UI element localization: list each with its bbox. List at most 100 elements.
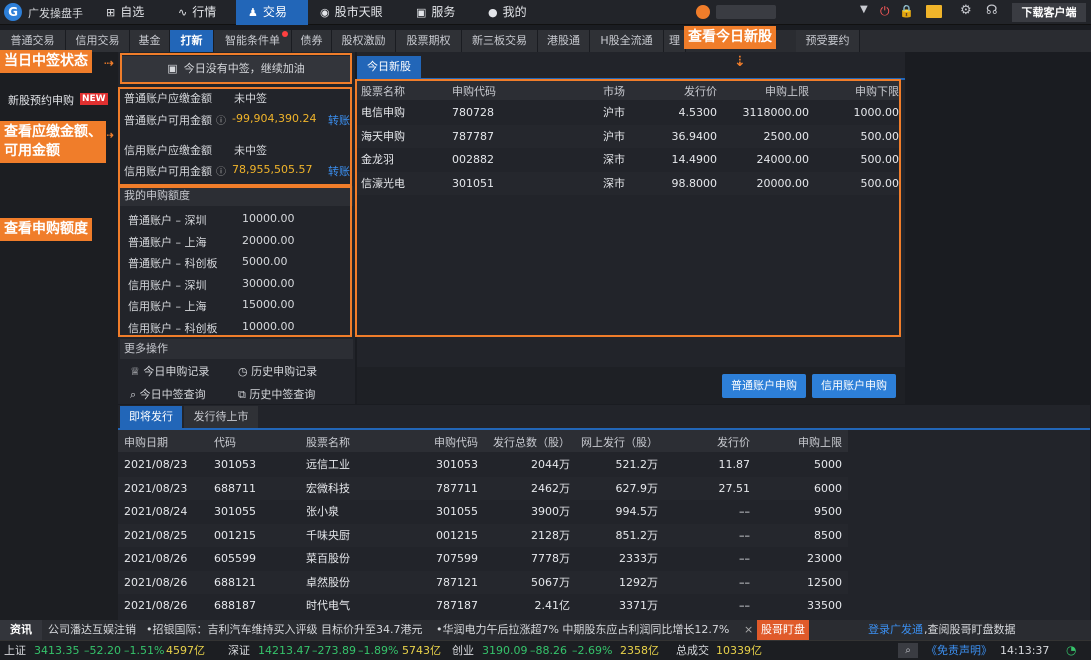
- tab-normal-trade[interactable]: 普通交易: [0, 30, 66, 52]
- quota-value: 10000.00: [242, 319, 295, 333]
- tab-upcoming[interactable]: 即将发行: [120, 406, 182, 428]
- callout-amount: 查看应缴金额、 可用金额: [0, 121, 106, 163]
- headset-icon[interactable]: ☊: [986, 3, 998, 18]
- nav-mine[interactable]: ● 我的: [486, 0, 550, 25]
- table-cell: 卓然股份: [306, 575, 350, 589]
- sz-index-value: 14213.47: [258, 644, 311, 657]
- help-icon[interactable]: ⓘ: [216, 163, 226, 178]
- table-cell: 301053: [214, 458, 256, 471]
- table-cell: 3900万: [531, 505, 570, 518]
- table-cell: 2021/08/23: [124, 458, 188, 471]
- table-cell: 千味央厨: [306, 528, 350, 542]
- chevron-down-icon[interactable]: ▼: [860, 4, 868, 15]
- table-cell: 605599: [214, 552, 256, 565]
- table-cell: 14.4900: [671, 153, 718, 166]
- table-cell: 521.2万: [615, 458, 659, 471]
- tab-tender-offer[interactable]: 预受要约: [796, 30, 860, 52]
- history-winning-query[interactable]: ⧉ 历史中签查询: [238, 386, 315, 402]
- tab-h-share[interactable]: H股全流通: [590, 30, 664, 52]
- tab-fund[interactable]: 基金: [130, 30, 170, 52]
- clock-time: 14:13:37: [1000, 644, 1050, 657]
- normal-avail-value: -99,904,390.24: [232, 112, 317, 125]
- table-cell: 20000.00: [756, 176, 810, 190]
- table-cell: 2500.00: [763, 129, 810, 143]
- credit-due-label: 信用账户应缴金额: [124, 144, 212, 157]
- tab-ipo[interactable]: 打新: [170, 30, 214, 52]
- table-cell: 2021/08/24: [124, 505, 188, 518]
- normal-transfer-link[interactable]: 转账: [328, 112, 350, 128]
- tab-bond[interactable]: 债券: [292, 30, 332, 52]
- tab-neeq[interactable]: 新三板交易: [462, 30, 538, 52]
- table-row[interactable]: 2021/08/26 688121 卓然股份 787121 5067万 1292万 –– 12…: [118, 570, 848, 594]
- stock-watch-promo[interactable]: 股哥盯盘: [757, 620, 809, 640]
- table-cell: 6000: [814, 481, 842, 495]
- power-icon[interactable]: ⏻: [880, 4, 890, 19]
- credit-apply-button[interactable]: 信用账户申购: [812, 374, 896, 398]
- table-cell: 5067万: [531, 575, 570, 589]
- nav-service[interactable]: ▣ 服务: [414, 0, 480, 25]
- nav-trade[interactable]: ♟ 交易: [236, 0, 308, 25]
- search-icon[interactable]: ⌕: [898, 643, 918, 658]
- news-item[interactable]: •华润电力午后拉涨超7% 中期股东应占利润同比增长12.7%: [436, 620, 729, 640]
- table-cell: 12500: [807, 575, 842, 589]
- cy-index-amount: 2358亿: [620, 644, 659, 657]
- tab-credit-trade[interactable]: 信用交易: [66, 30, 130, 52]
- tab-equity-incentive[interactable]: 股权激励: [332, 30, 396, 52]
- table-cell: 远信工业: [306, 458, 350, 471]
- table-cell: 33500: [807, 599, 842, 612]
- table-row[interactable]: 金龙羽 002882 深市 14.4900 24000.00 500.00: [357, 148, 901, 171]
- table-row[interactable]: 2021/08/26 605599 菜百股份 707599 7778万 2333万 –– 23…: [118, 547, 848, 570]
- tab-hk-connect[interactable]: 港股通: [538, 30, 590, 52]
- table-cell: 2021/08/25: [124, 528, 188, 542]
- table-row[interactable]: 信濠光电 301051 深市 98.8000 20000.00 500.00: [357, 171, 901, 195]
- table-row[interactable]: 2021/08/24 301055 张小泉 301055 3900万 994.5万 –– 95…: [118, 500, 848, 523]
- quota-value: 15000.00: [242, 298, 295, 311]
- callout-quota: 查看申购额度: [0, 218, 92, 241]
- history-apply-record[interactable]: ◷ 历史申购记录: [238, 363, 317, 379]
- news-item[interactable]: •招银国际：吉利汽车维持买入评级 目标价升至34.7港元: [146, 620, 422, 640]
- avatar-icon[interactable]: [696, 5, 710, 19]
- cy-index-change: –88.26: [530, 644, 567, 657]
- sidebar-item-ipo-reserve[interactable]: 新股预约申购: [8, 92, 74, 108]
- mail-icon[interactable]: [926, 5, 942, 18]
- credit-transfer-link[interactable]: 转账: [328, 163, 350, 179]
- table-cell: 24000.00: [756, 153, 810, 166]
- table-cell: 2128万: [531, 528, 570, 542]
- table-row[interactable]: 2021/08/23 688711 宏微科技 787711 2462万 627.9万 27.…: [118, 476, 848, 500]
- normal-apply-button[interactable]: 普通账户申购: [722, 374, 806, 398]
- nav-quotes[interactable]: ∿ 行情: [168, 0, 232, 25]
- tab-today-ipo[interactable]: 今日新股: [357, 56, 421, 78]
- help-icon[interactable]: ⓘ: [216, 112, 226, 127]
- table-row[interactable]: 2021/08/26 688187 时代电气 787187 2.41亿 3371万 –– 33…: [118, 594, 848, 617]
- table-cell: 500.00: [860, 176, 900, 190]
- nav-market-eye[interactable]: ◉ 股市天眼: [318, 0, 408, 25]
- gear-icon[interactable]: ⚙: [960, 3, 972, 18]
- more-ops-title: 更多操作: [120, 339, 353, 359]
- table-cell: 301053: [436, 458, 478, 471]
- login-link[interactable]: 登录广发通: [868, 620, 923, 640]
- quota-label: 信用账户 – 深圳: [128, 278, 207, 292]
- lock-icon[interactable]: 🔒: [899, 4, 914, 18]
- table-cell: 1292万: [619, 575, 658, 589]
- table-row[interactable]: 2021/08/23 301053 远信工业 301053 2044万 521.2万 11.…: [118, 453, 848, 476]
- news-item[interactable]: 公司潘达互娱注销: [48, 620, 136, 640]
- table-cell: 8500: [814, 528, 842, 542]
- table-row[interactable]: 电信申购 780728 沪市 4.5300 3118000.00 1000.00: [357, 101, 901, 124]
- tab-pending-listing[interactable]: 发行待上市: [184, 406, 258, 428]
- sz-index-pct: –1.89%: [358, 644, 399, 657]
- today-apply-record[interactable]: ♕ 今日申购记录: [130, 363, 209, 379]
- tab-stock-options[interactable]: 股票期权: [396, 30, 462, 52]
- download-client-button[interactable]: 下载客户端: [1012, 3, 1086, 22]
- sz-index-change: –273.89: [312, 644, 356, 657]
- today-winning-query[interactable]: ⌕ 今日中签查询: [130, 386, 206, 402]
- table-row[interactable]: 海天申购 787787 沪市 36.9400 2500.00 500.00: [357, 124, 901, 148]
- table-row[interactable]: 2021/08/25 001215 千味央厨 001215 2128万 851.2万 –– 8…: [118, 523, 848, 547]
- table-cell: ––: [739, 528, 750, 542]
- app-logo-icon: G: [4, 3, 22, 21]
- tab-smart-order[interactable]: 智能条件单: [214, 30, 292, 52]
- close-icon[interactable]: ×: [744, 620, 753, 640]
- tab-wealth[interactable]: 理: [664, 30, 686, 52]
- table-cell: 23000: [807, 552, 842, 565]
- disclaimer-link[interactable]: 《免责声明》: [926, 641, 992, 660]
- nav-watchlist[interactable]: ⊞ 自选: [96, 0, 160, 25]
